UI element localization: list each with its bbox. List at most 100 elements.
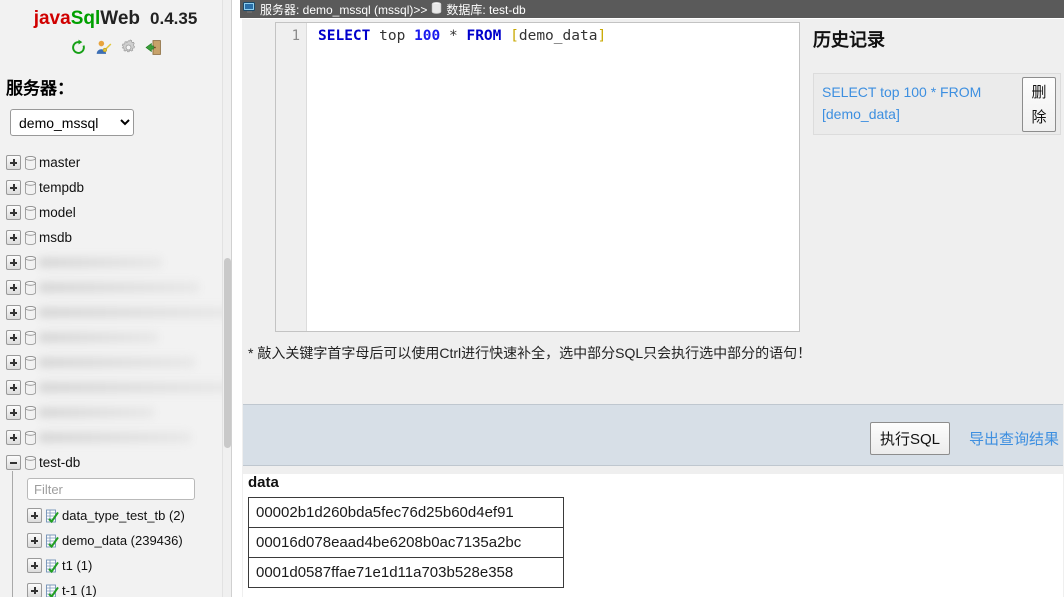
sql-token-kw: FROM (466, 28, 502, 44)
table-cell: 0001d0587ffae71e1d11a703b528e358 (248, 557, 564, 588)
action-bar: 执行SQL 导出查询结果 (243, 404, 1063, 466)
tree-node-table[interactable]: t-1 (1) (0, 578, 231, 597)
tree-node-database[interactable] (0, 350, 231, 375)
expand-icon[interactable] (27, 583, 42, 597)
expand-icon[interactable] (6, 255, 21, 270)
tree-node-label: test-db (39, 455, 81, 470)
monitor-icon (243, 1, 257, 17)
tree-node-test-db[interactable]: test-db (0, 450, 231, 475)
tree-node-database[interactable] (0, 250, 231, 275)
tree-node-label (39, 382, 231, 393)
expand-icon[interactable] (27, 508, 42, 523)
sql-code-line[interactable]: SELECT top 100 * FROM [demo_data] (318, 28, 606, 44)
sql-token-plain (501, 28, 510, 44)
logo-sql: Sql (70, 8, 101, 29)
expand-icon[interactable] (27, 558, 42, 573)
expand-icon[interactable] (6, 380, 21, 395)
execute-sql-button[interactable]: 执行SQL (869, 422, 950, 455)
expand-icon[interactable] (27, 533, 42, 548)
collapse-icon[interactable] (6, 455, 21, 470)
database-icon (24, 405, 37, 420)
refresh-icon[interactable] (70, 39, 87, 56)
sql-token-brk: [ (510, 28, 519, 44)
history-panel: 历史记录 SELECT top 100 * FROM [demo_data] 删除 (809, 22, 1064, 402)
tree-node-database[interactable]: master (0, 150, 231, 175)
database-icon (24, 305, 37, 320)
editor-hint: * 敲入关键字首字母后可以使用Ctrl进行快速补全，选中部分SQL只会执行选中部… (248, 345, 812, 361)
tree-node-database[interactable] (0, 425, 231, 450)
table-cell: 00016d078eaad4be6208b0ac7135a2bc (248, 527, 564, 558)
expand-icon[interactable] (6, 280, 21, 295)
editor-gutter: 1 (276, 23, 307, 331)
table-icon (45, 534, 61, 548)
tree-node-label (39, 257, 162, 268)
expand-icon[interactable] (6, 330, 21, 345)
tree-node-table[interactable]: data_type_test_tb (2) (0, 503, 231, 528)
tree-node-database[interactable] (0, 325, 231, 350)
tree-guide-line (12, 471, 13, 597)
line-number: 1 (291, 28, 300, 44)
tree-node-table[interactable]: t1 (1) (0, 553, 231, 578)
tree-node-database[interactable]: msdb (0, 225, 231, 250)
sql-token-plain (440, 28, 449, 44)
tree-node-label: demo_data (239436) (62, 533, 183, 548)
expand-icon[interactable] (6, 430, 21, 445)
expand-icon[interactable] (6, 205, 21, 220)
logo-web: Web (100, 8, 141, 29)
history-item-sql[interactable]: SELECT top 100 * FROM [demo_data] (822, 81, 1010, 125)
tree-node-table[interactable]: demo_data (239436) (0, 528, 231, 553)
database-icon (24, 255, 37, 270)
database-icon (24, 455, 37, 470)
result-table: 00002b1d260bda5fec76d25b60d4ef91 00016d07… (248, 497, 564, 588)
tree-node-label (39, 432, 191, 443)
sql-token-plain (405, 28, 414, 44)
table-icon (45, 509, 61, 523)
table-icon (45, 584, 61, 597)
logo-java: java (33, 8, 71, 29)
server-select[interactable]: demo_mssql (10, 109, 134, 136)
tree-node-database[interactable] (0, 400, 231, 425)
titlebar-database-text: 数据库: test-db (446, 2, 526, 17)
expand-icon[interactable] (6, 180, 21, 195)
server-label: 服务器： (6, 79, 74, 98)
titlebar: 服务器: demo_mssql (mssql)>> 数据库: test-db (240, 0, 1064, 18)
app-logo: javaSqlWeb 0.4.35 (0, 0, 231, 30)
result-panel: data 00002b1d260bda5fec76d25b60d4ef91 000… (243, 474, 1063, 597)
tree-node-label (39, 282, 199, 293)
expand-icon[interactable] (6, 355, 21, 370)
app-root: javaSqlWeb 0.4.35 服务器： demo_mssql master… (0, 0, 1064, 597)
expand-icon[interactable] (6, 305, 21, 320)
database-icon (24, 430, 37, 445)
app-version: 0.4.35 (150, 9, 198, 28)
sidebar-scrollbar[interactable] (222, 0, 231, 597)
history-list: SELECT top 100 * FROM [demo_data] 删除 (809, 73, 1064, 135)
sidebar-scrollbar-thumb[interactable] (224, 258, 231, 448)
user-key-icon[interactable] (95, 39, 112, 56)
tree-node-database[interactable] (0, 375, 231, 400)
sql-token-plain (370, 28, 379, 44)
gear-icon[interactable] (120, 39, 137, 56)
tree-node-database[interactable]: model (0, 200, 231, 225)
expand-icon[interactable] (6, 155, 21, 170)
history-delete-button[interactable]: 删除 (1022, 77, 1056, 132)
filter-input[interactable] (27, 478, 195, 500)
tree-node-database[interactable] (0, 300, 231, 325)
tree-node-label: t-1 (1) (62, 583, 97, 597)
sql-token-brk: ] (597, 28, 607, 44)
expand-icon[interactable] (6, 230, 21, 245)
tree-node-database[interactable]: tempdb (0, 175, 231, 200)
tree-node-database[interactable] (0, 275, 231, 300)
titlebar-server-text: 服务器: demo_mssql (mssql)>> (260, 2, 428, 17)
sidebar: javaSqlWeb 0.4.35 服务器： demo_mssql master… (0, 0, 232, 597)
expand-icon[interactable] (6, 405, 21, 420)
result-title: data (248, 474, 279, 491)
database-tree: master tempdb model msdb test-db Filter … (0, 150, 231, 597)
tree-node-label: master (39, 155, 81, 170)
export-results-link[interactable]: 导出查询结果 (969, 428, 1059, 449)
tree-node-label (39, 407, 154, 418)
database-icon (24, 230, 37, 245)
database-icon (24, 205, 37, 220)
logout-icon[interactable] (145, 39, 162, 56)
sql-editor[interactable]: 1 SELECT top 100 * FROM [demo_data] (275, 22, 800, 332)
database-icon (24, 155, 37, 170)
